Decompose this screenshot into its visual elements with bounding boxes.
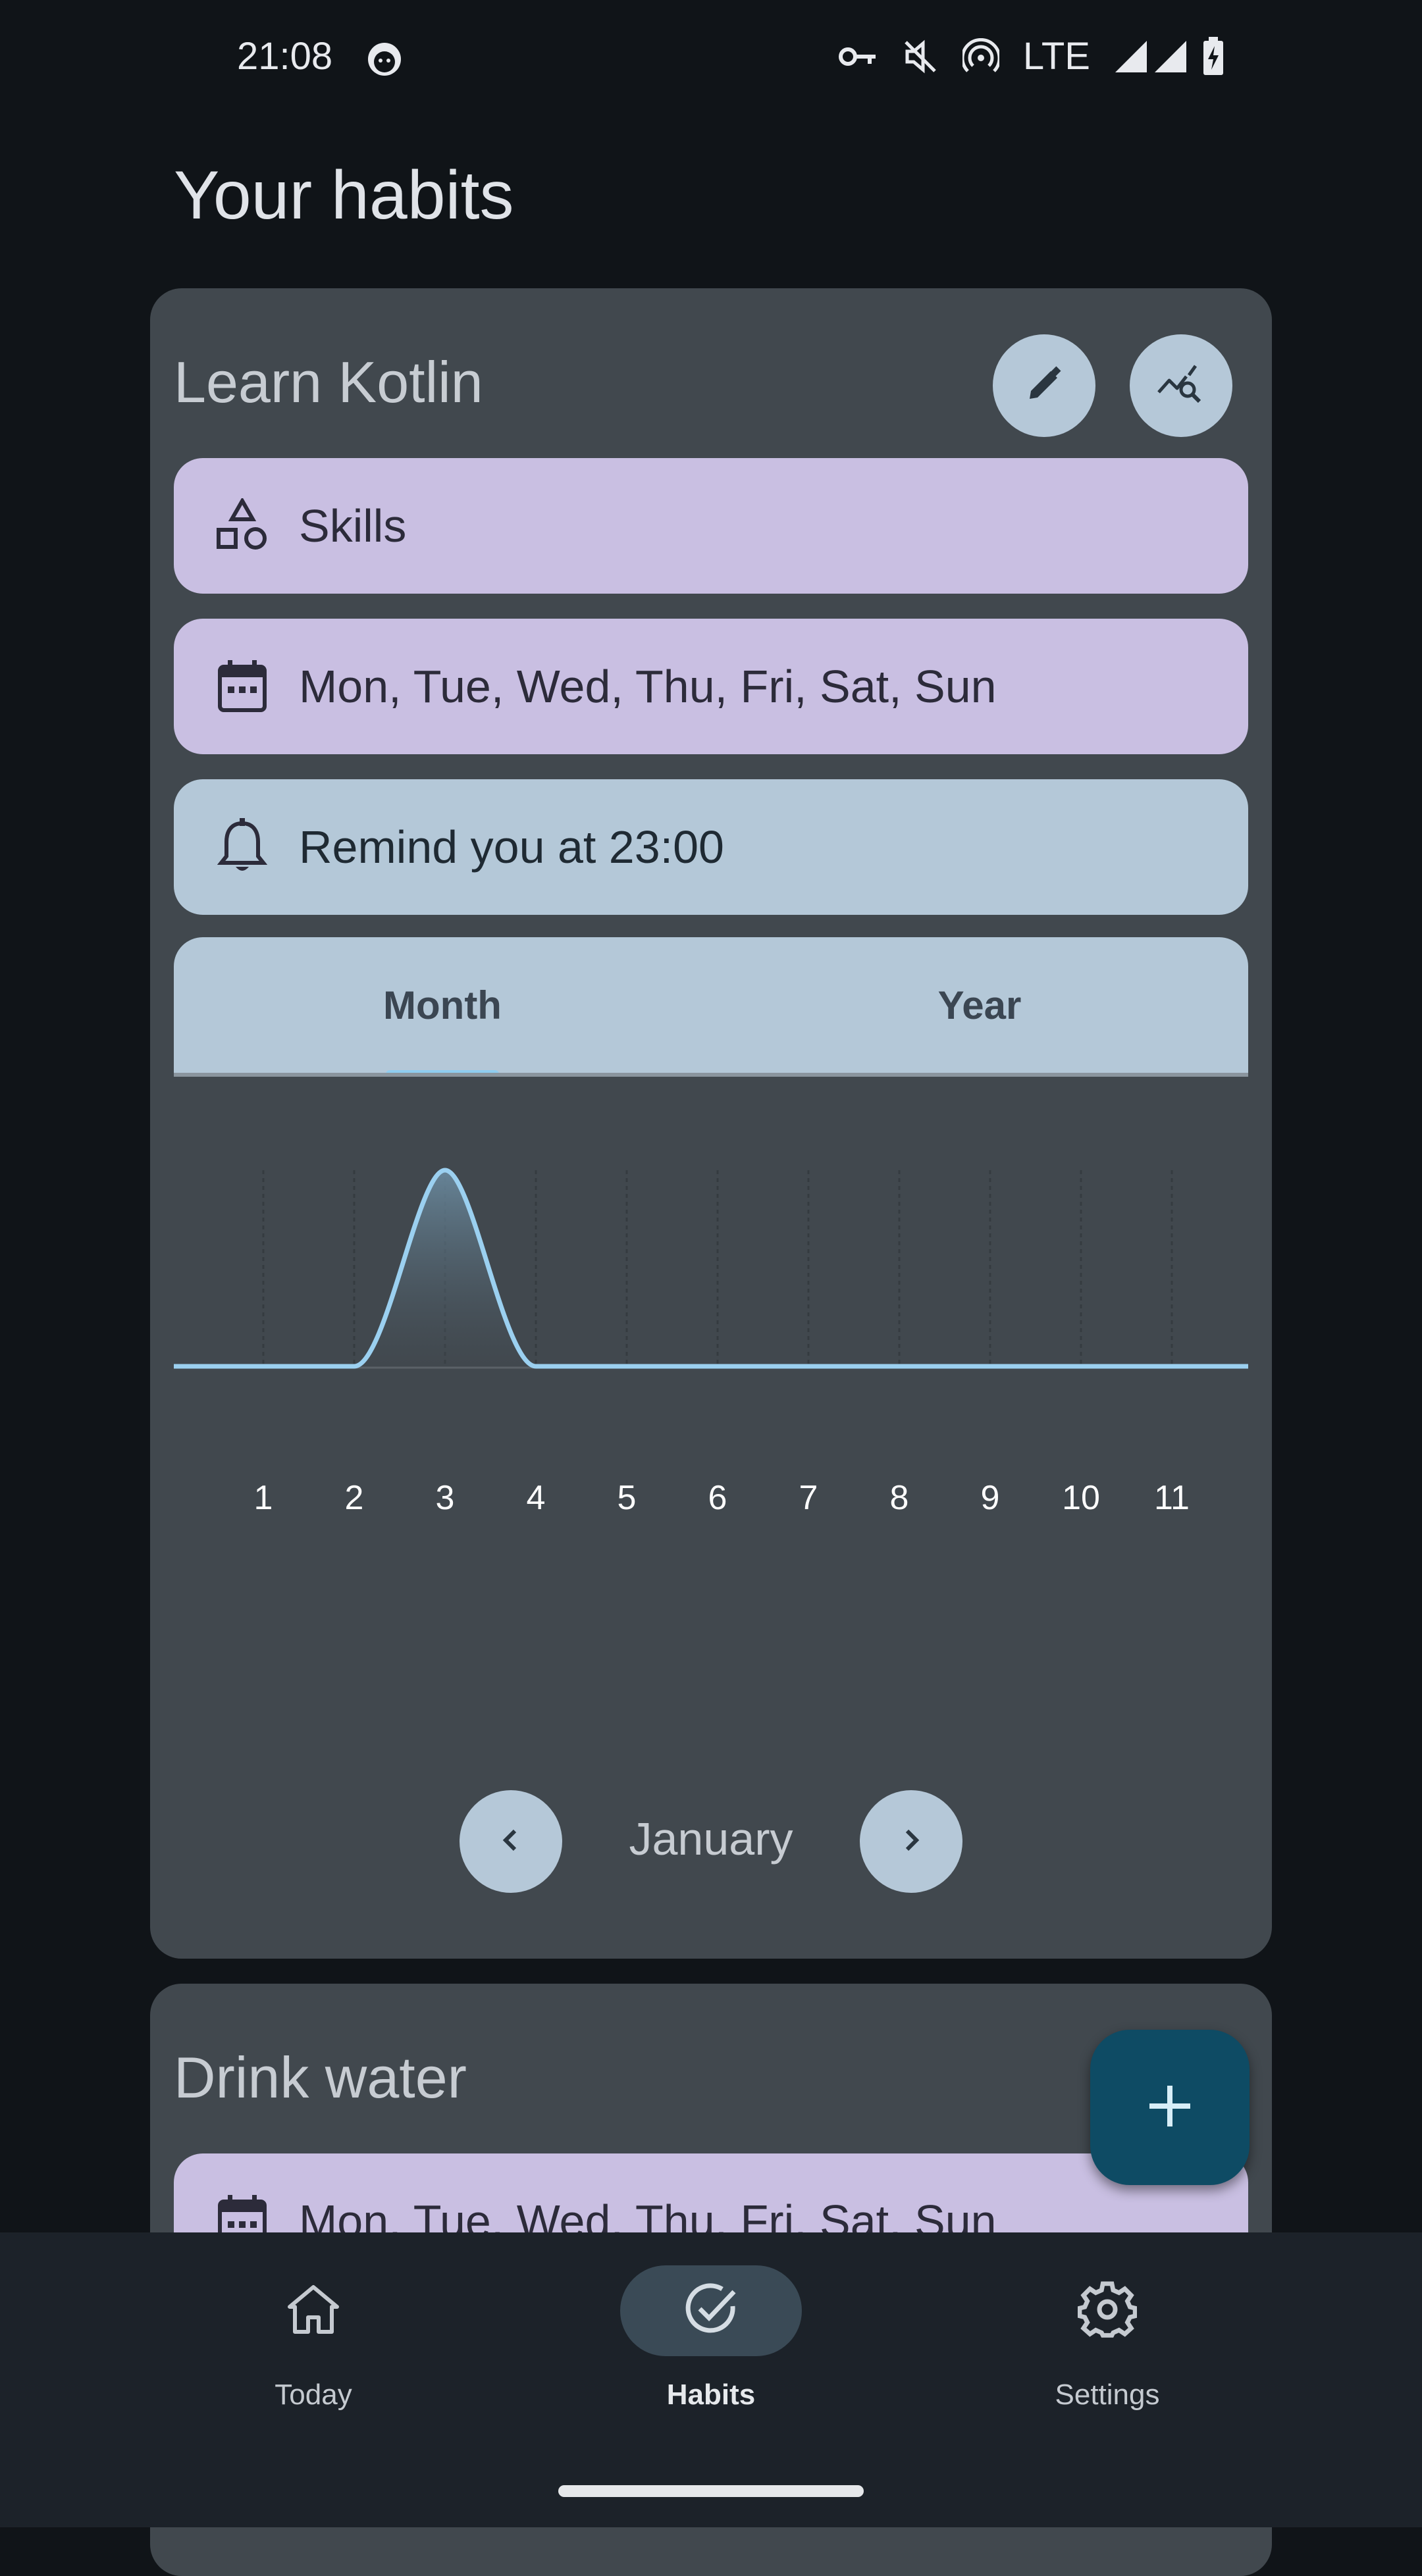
nav-item-habits[interactable]: Habits bbox=[620, 2265, 802, 2411]
signal-icon-2 bbox=[1153, 39, 1188, 74]
nav-pill bbox=[1016, 2265, 1198, 2356]
query-stats-icon bbox=[1156, 363, 1206, 409]
x-tick-label: 2 bbox=[344, 1479, 364, 1517]
vpn-key-icon bbox=[838, 43, 878, 70]
category-label: Skills bbox=[299, 500, 407, 552]
mute-icon bbox=[902, 38, 939, 75]
series-area bbox=[174, 1170, 1248, 1366]
x-tick-label: 10 bbox=[1062, 1479, 1100, 1517]
chevron-right-icon bbox=[898, 1827, 924, 1857]
period-tabs: Month Year bbox=[174, 937, 1248, 1077]
nav-pill bbox=[223, 2265, 404, 2356]
nav-label: Habits bbox=[666, 2379, 756, 2411]
shapes-icon bbox=[208, 498, 276, 554]
x-tick-label: 3 bbox=[435, 1479, 455, 1517]
x-tick-label: 6 bbox=[708, 1479, 727, 1517]
battery-charging-icon bbox=[1202, 36, 1224, 76]
nav-label: Settings bbox=[1055, 2379, 1160, 2411]
habit-chart bbox=[174, 1168, 1248, 1369]
edit-button[interactable] bbox=[993, 334, 1095, 437]
bottom-navigation: Today Habits Settings bbox=[0, 2232, 1422, 2527]
habit-title: Learn Kotlin bbox=[174, 349, 483, 415]
add-habit-button[interactable] bbox=[1090, 2030, 1250, 2185]
days-label: Mon, Tue, Wed, Thu, Fri, Sat, Sun bbox=[299, 661, 997, 712]
signal-icon bbox=[1114, 39, 1148, 74]
month-label: January bbox=[629, 1813, 793, 1865]
nav-item-today[interactable]: Today bbox=[223, 2265, 404, 2411]
nav-item-settings[interactable]: Settings bbox=[1016, 2265, 1198, 2411]
x-tick-label: 11 bbox=[1154, 1479, 1190, 1517]
plus-icon bbox=[1147, 2083, 1193, 2132]
habit-card: Learn Kotlin Skills Mon, Tue, Wed, Thu, … bbox=[150, 288, 1272, 1959]
bell-icon bbox=[208, 818, 276, 876]
reminder-label: Remind you at 23:00 bbox=[299, 821, 724, 873]
x-tick-label: 1 bbox=[253, 1479, 273, 1517]
tab-year-label: Year bbox=[937, 983, 1022, 1027]
days-chip[interactable]: Mon, Tue, Wed, Thu, Fri, Sat, Sun bbox=[174, 619, 1248, 754]
home-icon bbox=[286, 2283, 341, 2339]
x-tick-label: 8 bbox=[889, 1479, 909, 1517]
network-label: LTE bbox=[1022, 35, 1090, 78]
page-title: Your habits bbox=[174, 157, 514, 234]
previous-month-button[interactable] bbox=[460, 1790, 562, 1893]
home-indicator[interactable] bbox=[558, 2485, 864, 2497]
x-tick-label: 9 bbox=[980, 1479, 1000, 1517]
calendar-icon bbox=[208, 659, 276, 714]
edit-icon bbox=[1023, 363, 1065, 409]
tabs-divider bbox=[174, 1073, 1248, 1077]
reminder-chip[interactable]: Remind you at 23:00 bbox=[174, 779, 1248, 915]
tab-month-label: Month bbox=[383, 983, 502, 1027]
x-tick-label: 4 bbox=[526, 1479, 546, 1517]
hotspot-icon bbox=[962, 38, 999, 75]
nav-label: Today bbox=[275, 2379, 352, 2411]
tab-year[interactable]: Year bbox=[711, 937, 1248, 1073]
statistics-button[interactable] bbox=[1130, 334, 1232, 437]
series-line bbox=[174, 1168, 1248, 1369]
x-tick-label: 5 bbox=[617, 1479, 637, 1517]
next-month-button[interactable] bbox=[860, 1790, 962, 1893]
check-circle-icon bbox=[681, 2280, 741, 2342]
tab-month[interactable]: Month bbox=[174, 937, 711, 1077]
category-chip[interactable]: Skills bbox=[174, 458, 1248, 594]
x-tick-label: 7 bbox=[799, 1479, 818, 1517]
nav-pill-active bbox=[620, 2265, 802, 2356]
chevron-left-icon bbox=[498, 1827, 524, 1857]
face-icon bbox=[366, 41, 403, 81]
habit-title: Drink water bbox=[174, 2045, 467, 2110]
x-axis-ticks: 1 2 3 4 5 6 7 8 9 10 11 bbox=[174, 1478, 1248, 1524]
gear-icon bbox=[1077, 2280, 1138, 2342]
status-time: 21:08 bbox=[237, 35, 333, 78]
status-icons: LTE bbox=[838, 34, 1224, 78]
